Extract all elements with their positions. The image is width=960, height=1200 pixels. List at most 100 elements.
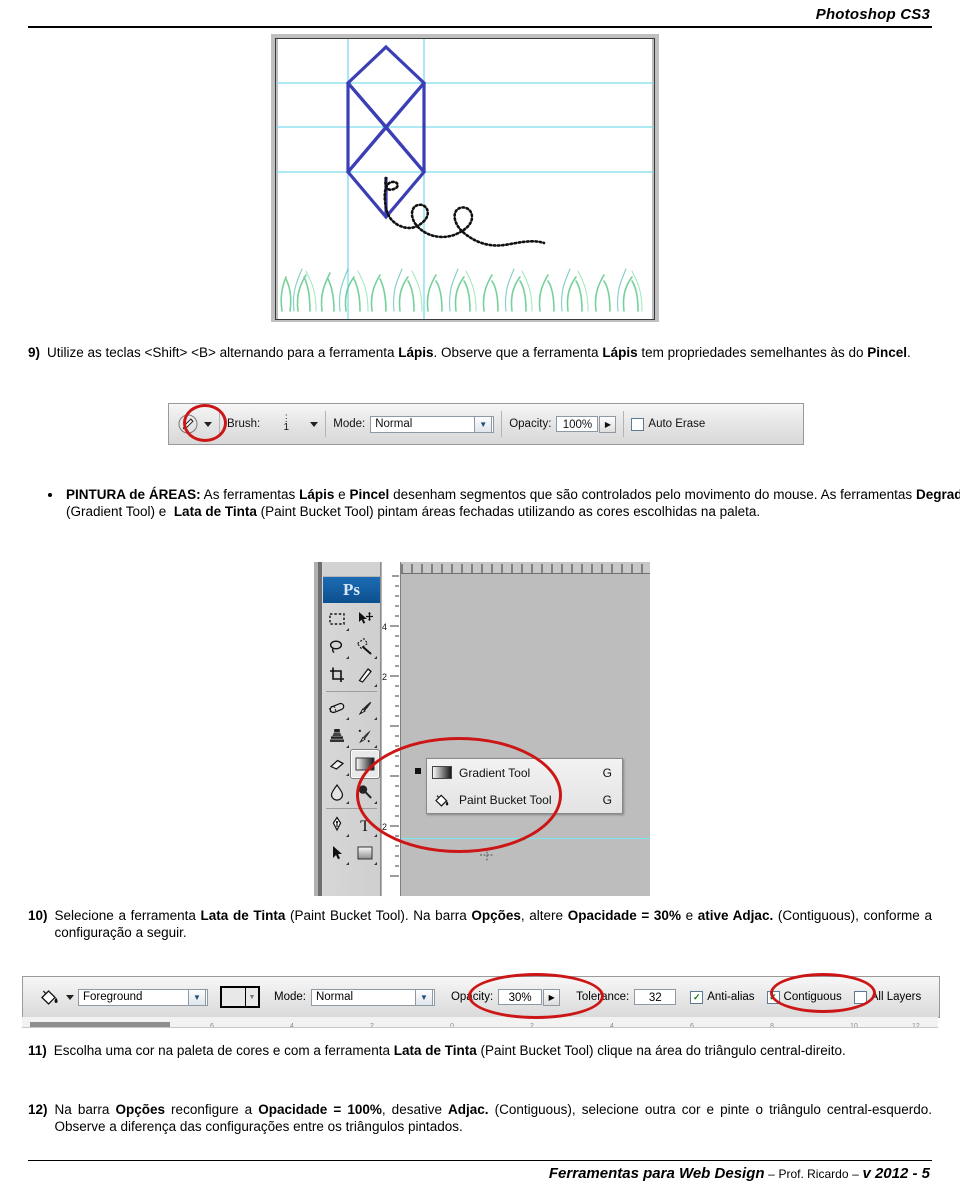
path-selection-tool[interactable] <box>323 839 351 867</box>
ruler-ticks <box>401 564 643 573</box>
photoshop-logo: Ps <box>323 577 380 603</box>
healing-brush-icon <box>329 702 345 714</box>
svg-text:10: 10 <box>850 1023 858 1028</box>
opacity-slider-arrow-icon[interactable]: ▶ <box>599 415 617 433</box>
mode-select[interactable]: Normal ▼ <box>310 988 435 1006</box>
opacity-control[interactable]: 100% ▶ <box>556 415 617 433</box>
tool-grid[interactable]: T <box>323 605 380 867</box>
step-9-text: Utilize as teclas <Shift> <B> alternando… <box>47 345 911 360</box>
auto-erase-option[interactable]: Auto Erase <box>631 417 706 431</box>
tool-row <box>323 633 380 661</box>
anti-alias-option[interactable]: ✓ Anti-alias <box>690 990 755 1004</box>
lasso-icon <box>329 640 343 654</box>
shape-tool[interactable] <box>351 839 379 867</box>
clone-stamp-icon <box>330 729 344 742</box>
photoshop-tool-dock[interactable]: Ps T <box>318 562 381 896</box>
crop-tool[interactable] <box>323 661 351 689</box>
svg-text:2: 2 <box>370 1023 374 1028</box>
tool-row <box>323 605 380 633</box>
pattern-chevron-down-icon[interactable]: ▼ <box>245 988 258 1006</box>
auto-erase-checkbox[interactable] <box>631 417 645 431</box>
lasso-tool[interactable] <box>323 633 351 661</box>
fill-source-value: Foreground <box>83 991 143 1003</box>
path-selection-icon <box>333 846 342 860</box>
paint-bucket-preset-chevron-down-icon[interactable] <box>66 994 74 1000</box>
magic-wand-icon <box>356 638 372 655</box>
svg-text:8: 8 <box>770 1023 774 1028</box>
paint-bucket-tool-icon[interactable] <box>37 985 63 1009</box>
chevron-down-icon: ▼ <box>188 988 206 1006</box>
move-icon <box>359 612 373 624</box>
page-footer: Ferramentas para Web Design – Prof. Rica… <box>28 1160 932 1182</box>
chevron-down-icon: ▼ <box>414 988 433 1006</box>
footer-dash-2: – <box>852 1167 859 1181</box>
shape-icon <box>357 846 373 860</box>
magic-wand-tool[interactable] <box>351 633 379 661</box>
step-11-text: Escolha uma cor na paleta de cores e com… <box>53 1043 846 1058</box>
dock-grip-handle[interactable] <box>323 562 380 577</box>
page-header: Photoshop CS3 <box>28 6 932 28</box>
step-10: 10) Selecione a ferramenta Lata de Tinta… <box>28 907 932 941</box>
tool-divider <box>326 691 377 692</box>
opacity-highlight-ring <box>468 973 604 1019</box>
svg-text:2: 2 <box>530 1023 534 1028</box>
history-brush-tool[interactable] <box>351 722 379 750</box>
step-12: 12) Na barra Opções reconfigure a Opacid… <box>28 1101 932 1135</box>
opacity-value[interactable]: 100% <box>556 416 599 432</box>
brush-size-value: 1 <box>283 422 290 433</box>
paint-bucket-icon <box>41 990 58 1005</box>
mode-select[interactable]: Normal ▼ <box>370 415 495 433</box>
bullet-text: PINTURA de ÁREAS: As ferramentas Lápis e… <box>66 487 960 519</box>
tool-row <box>323 694 380 722</box>
footer-version: v 2012 - 5 <box>862 1165 930 1182</box>
eraser-tool[interactable] <box>323 750 351 778</box>
vertical-ruler: 4 2 2 <box>382 562 401 896</box>
step-12-text: Na barra Opções reconfigure a Opacidade … <box>54 1102 932 1134</box>
brush-tool[interactable] <box>351 694 379 722</box>
healing-brush-tool[interactable] <box>323 694 351 722</box>
pencil-tool-highlight-ring <box>183 404 227 442</box>
tool-row <box>323 839 380 867</box>
move-tool[interactable] <box>351 605 379 633</box>
divider <box>325 411 327 437</box>
anti-alias-checkbox[interactable]: ✓ <box>690 990 704 1004</box>
header-divider <box>28 26 932 28</box>
step-9-marker: 9) <box>28 345 41 360</box>
brush-label: Brush: <box>227 418 261 430</box>
divider <box>623 411 625 437</box>
pen-tool[interactable] <box>323 811 351 839</box>
blur-icon <box>330 783 344 801</box>
flyout-shortcut-gradient: G <box>602 765 612 780</box>
tool-row <box>323 661 380 689</box>
kite-drawing-canvas <box>275 38 655 320</box>
auto-erase-label: Auto Erase <box>648 418 706 430</box>
brush-chevron-down-icon[interactable] <box>310 421 319 427</box>
fill-source-select[interactable]: Foreground ▼ <box>78 988 208 1006</box>
marquee-icon <box>329 613 345 625</box>
header-title: Photoshop CS3 <box>815 6 930 23</box>
clone-stamp-tool[interactable] <box>323 722 351 750</box>
brush-preview[interactable]: ⋮ 1 <box>265 414 307 434</box>
step-11: 11) Escolha uma cor na paleta de cores e… <box>28 1042 932 1059</box>
opacity-label: Opacity: <box>509 418 552 430</box>
step-12-marker: 12) <box>28 1102 48 1117</box>
svg-text:6: 6 <box>690 1023 694 1028</box>
mode-value: Normal <box>375 418 413 430</box>
slice-tool[interactable] <box>351 661 379 689</box>
tolerance-value[interactable]: 32 <box>634 989 677 1005</box>
svg-text:0: 0 <box>450 1023 454 1028</box>
bullet-paragraph: PINTURA de ÁREAS: As ferramentas Lápis e… <box>28 486 960 520</box>
marquee-tool[interactable] <box>323 605 351 633</box>
document-page: Photoshop CS3 9) Utilize as teclas <Shif… <box>0 0 960 1200</box>
contiguous-highlight-ring <box>770 973 876 1013</box>
mode-value: Normal <box>315 991 354 1003</box>
pen-icon <box>332 816 342 832</box>
step-10-text: Selecione a ferramenta Lata de Tinta (Pa… <box>54 908 932 940</box>
ruler-mark-2a: 2 <box>382 672 387 682</box>
blur-tool[interactable] <box>323 778 351 806</box>
pencil-options-bar[interactable]: Brush: ⋮ 1 Mode: Normal ▼ Opacity: 100% … <box>168 403 804 445</box>
pattern-swatch[interactable]: ▼ <box>220 986 260 1008</box>
mode-label: Mode: <box>333 418 366 430</box>
svg-text:4: 4 <box>290 1023 294 1028</box>
step-11-marker: 11) <box>28 1043 47 1058</box>
